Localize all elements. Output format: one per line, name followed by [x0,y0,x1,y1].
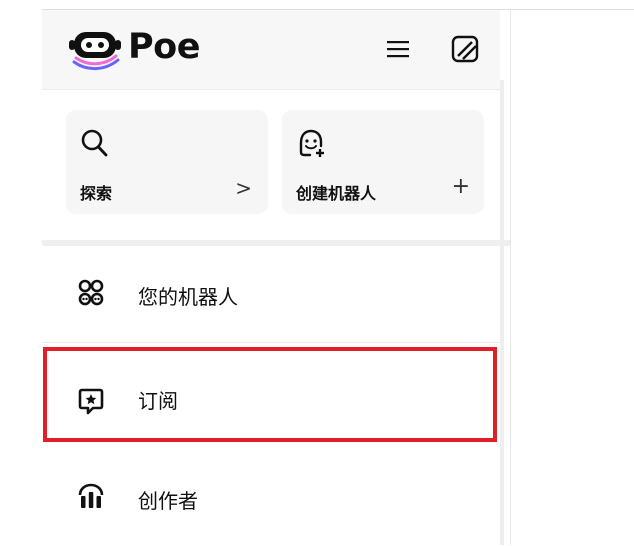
sidebar: Poe 探索 > 创建机器人 + 您的机器人 订阅 创作者 [42,10,510,546]
poe-logo-icon [69,32,121,70]
nav-label-creators: 创作者 [138,489,198,513]
plus-icon: + [451,174,470,199]
new-chat-button[interactable] [448,32,482,66]
bot-plus-icon [299,129,324,157]
nav-item-creators[interactable]: 创作者 [42,450,500,546]
header-gap [500,10,510,89]
app-title: Poe [128,27,200,67]
chevron-right-icon: > [235,176,252,200]
quick-actions: 探索 > 创建机器人 + [42,90,500,240]
edit-slash-icon [451,35,479,63]
explore-label: 探索 [80,184,113,203]
star-bubble-icon [78,388,104,415]
sidebar-edge [510,10,511,545]
create-bot-card[interactable]: 创建机器人 + [282,110,484,214]
search-icon [81,129,108,157]
poe-logo[interactable]: Poe [68,26,258,72]
create-bot-label: 创建机器人 [296,184,377,203]
hamburger-menu-icon [387,41,409,58]
bots-grid-icon [78,279,104,306]
explore-card[interactable]: 探索 > [66,110,268,214]
nav-item-your-bots[interactable]: 您的机器人 [42,246,500,343]
nav-label-your-bots: 您的机器人 [138,285,238,309]
nav-item-subscriptions[interactable]: 订阅 [42,347,500,450]
sidebar-scroll-track [500,80,504,545]
sidebar-header: Poe [42,10,500,90]
creators-icon [78,483,104,508]
menu-button[interactable] [383,35,413,63]
nav-label-subscriptions: 订阅 [138,389,178,413]
